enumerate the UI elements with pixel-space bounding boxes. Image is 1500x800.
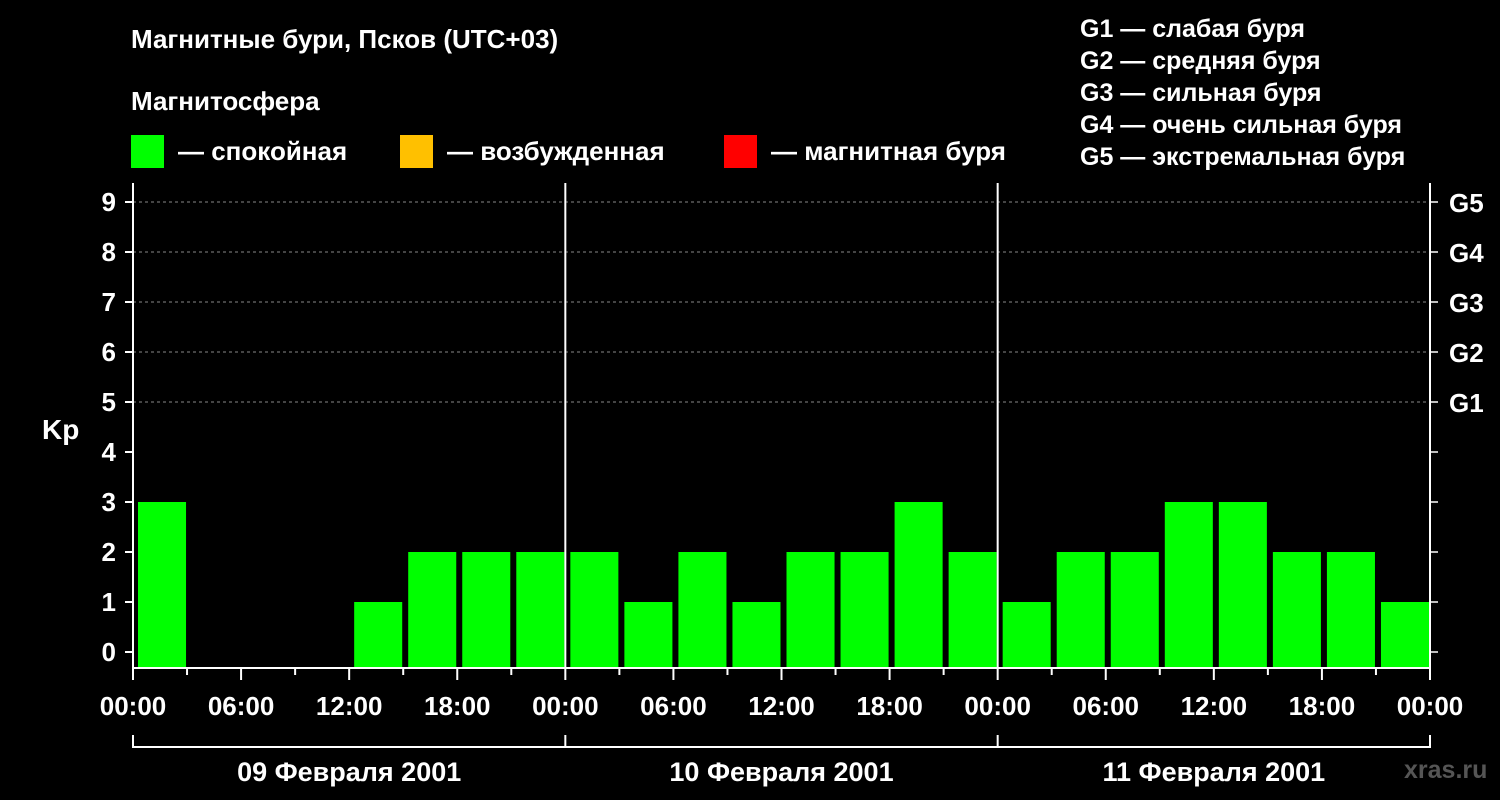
kp-bar-chart: 0 1 2 3 4 5 6 7 8 9 G1 G2 G3 G4 G5 Kp 00:00 06:00 12:00 18:… [42, 183, 1484, 787]
x-tick-label: 06:00 [640, 691, 707, 721]
y-tick-label: 9 [102, 187, 116, 217]
kp-bar [1164, 502, 1213, 668]
kp-bar [1002, 602, 1051, 668]
kp-bar [1380, 602, 1429, 668]
day-label: 09 Февраля 2001 [237, 757, 461, 787]
y-tick-label: 3 [102, 487, 116, 517]
x-tick-label: 00:00 [964, 691, 1031, 721]
kp-bar [570, 552, 619, 668]
g-level-label: G1 [1449, 388, 1484, 418]
kp-bar [894, 502, 943, 668]
x-tick-label: 06:00 [208, 691, 275, 721]
x-tick-label: 00:00 [532, 691, 599, 721]
kp-bar [1272, 552, 1321, 668]
kp-bar [732, 602, 781, 668]
x-tick-label: 00:00 [1397, 691, 1464, 721]
x-tick-label: 12:00 [1181, 691, 1248, 721]
watermark: xras.ru [1404, 756, 1488, 784]
y-tick-label: 8 [102, 237, 116, 267]
kp-bar [1326, 552, 1375, 668]
y-axis-label: Kp [42, 414, 79, 445]
x-tick-label: 18:00 [1289, 691, 1356, 721]
kp-bar [624, 602, 673, 668]
x-tick-label: 00:00 [100, 691, 167, 721]
g-level-label: G3 [1449, 288, 1484, 318]
x-tick-label: 06:00 [1073, 691, 1140, 721]
y-tick-label: 1 [102, 587, 116, 617]
y-tick-label: 5 [102, 387, 116, 417]
kp-bar [354, 602, 403, 668]
kp-bar [516, 552, 565, 668]
kp-bar [462, 552, 511, 668]
kp-bar [1110, 552, 1159, 668]
kp-bar [678, 552, 727, 668]
kp-bar [786, 552, 835, 668]
y-tick-label: 6 [102, 337, 116, 367]
y-tick-label: 4 [102, 437, 117, 467]
x-tick-label: 18:00 [424, 691, 491, 721]
x-tick-label: 12:00 [748, 691, 815, 721]
kp-bar [948, 552, 997, 668]
kp-bar [408, 552, 457, 668]
day-label: 11 Февраля 2001 [1102, 757, 1325, 787]
g-level-label: G2 [1449, 338, 1484, 368]
x-tick-label: 18:00 [856, 691, 923, 721]
y-tick-label: 0 [102, 637, 116, 667]
x-tick-label: 12:00 [316, 691, 383, 721]
y-tick-label: 2 [102, 537, 116, 567]
g-level-label: G5 [1449, 188, 1484, 218]
kp-bar [1218, 502, 1267, 668]
g-level-label: G4 [1449, 238, 1484, 268]
y-tick-label: 7 [102, 287, 116, 317]
kp-bar [138, 502, 187, 668]
kp-bar [1056, 552, 1105, 668]
kp-bar [840, 552, 889, 668]
day-label: 10 Февраля 2001 [669, 757, 893, 787]
